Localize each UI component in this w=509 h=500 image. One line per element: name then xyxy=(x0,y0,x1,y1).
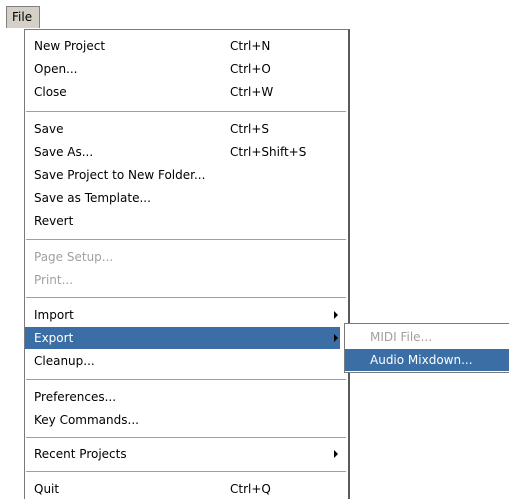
menu-item-shortcut: Ctrl+S xyxy=(230,122,270,136)
menu-item-label: New Project xyxy=(34,39,106,53)
menu-item-shortcut: Ctrl+W xyxy=(230,85,274,99)
menu-separator xyxy=(26,297,346,299)
menu-item-label: Quit xyxy=(34,482,60,496)
menu-item-label: Print... xyxy=(34,273,74,287)
menu-item-label: Close xyxy=(34,85,67,99)
file-menu-title[interactable]: File xyxy=(6,6,40,28)
menu-item-cleanup[interactable]: Cleanup... xyxy=(25,350,349,372)
menu-item-label: Open... xyxy=(34,62,78,76)
menu-item-new-project[interactable]: New Project Ctrl+N xyxy=(25,35,349,57)
menu-item-label: Import xyxy=(34,308,74,322)
menu-item-save-project-to-new-folder[interactable]: Save Project to New Folder... xyxy=(25,164,349,186)
menu-item-key-commands[interactable]: Key Commands... xyxy=(25,409,349,431)
menu-item-shortcut: Ctrl+Shift+S xyxy=(230,145,307,159)
menu-separator xyxy=(26,111,346,113)
menu-item-open[interactable]: Open... Ctrl+O xyxy=(25,58,349,80)
menu-item-page-setup: Page Setup... xyxy=(25,246,349,268)
menu-item-shortcut: Ctrl+N xyxy=(230,39,271,53)
menu-item-label: Revert xyxy=(34,214,74,228)
submenu-arrow-icon xyxy=(334,334,338,342)
submenu-item-midi-file: MIDI File... xyxy=(345,326,509,348)
menu-item-label: Recent Projects xyxy=(34,447,127,461)
menu-item-label: Page Setup... xyxy=(34,250,114,264)
menu-item-shortcut: Ctrl+O xyxy=(230,62,271,76)
submenu-arrow-icon xyxy=(334,450,338,458)
menu-item-save-as[interactable]: Save As... Ctrl+Shift+S xyxy=(25,141,349,163)
menu-item-revert[interactable]: Revert xyxy=(25,210,349,232)
menu-item-recent-projects[interactable]: Recent Projects xyxy=(25,443,349,465)
menu-separator xyxy=(26,239,346,241)
menu-item-close[interactable]: Close Ctrl+W xyxy=(25,81,349,103)
menu-item-save-as-template[interactable]: Save as Template... xyxy=(25,187,349,209)
menu-item-label: Save xyxy=(34,122,64,136)
menu-item-label: Save as Template... xyxy=(34,191,151,205)
menu-item-label: Export xyxy=(34,331,74,345)
menu-separator xyxy=(26,379,346,381)
export-submenu: MIDI File... Audio Mixdown... xyxy=(344,323,509,373)
menu-item-label: Save As... xyxy=(34,145,94,159)
menu-item-print: Print... xyxy=(25,269,349,291)
menu-item-import[interactable]: Import xyxy=(25,304,349,326)
menu-item-label: Key Commands... xyxy=(34,413,139,427)
menu-item-label: Cleanup... xyxy=(34,354,95,368)
menu-item-save[interactable]: Save Ctrl+S xyxy=(25,118,349,140)
menu-separator xyxy=(26,471,346,473)
menu-item-quit[interactable]: Quit Ctrl+Q xyxy=(25,478,349,500)
menu-separator xyxy=(26,437,346,439)
submenu-item-audio-mixdown[interactable]: Audio Mixdown... xyxy=(345,349,509,371)
menu-item-preferences[interactable]: Preferences... xyxy=(25,386,349,408)
menu-item-shortcut: Ctrl+Q xyxy=(230,482,271,496)
menubar: File xyxy=(0,0,509,29)
submenu-item-label: MIDI File... xyxy=(370,330,433,344)
submenu-item-label: Audio Mixdown... xyxy=(370,353,473,367)
menu-item-label: Save Project to New Folder... xyxy=(34,168,206,182)
menu-item-label: Preferences... xyxy=(34,390,117,404)
menu-item-export[interactable]: Export xyxy=(25,327,340,349)
file-menu: New Project Ctrl+N Open... Ctrl+O Close … xyxy=(24,29,350,499)
submenu-arrow-icon xyxy=(334,311,338,319)
